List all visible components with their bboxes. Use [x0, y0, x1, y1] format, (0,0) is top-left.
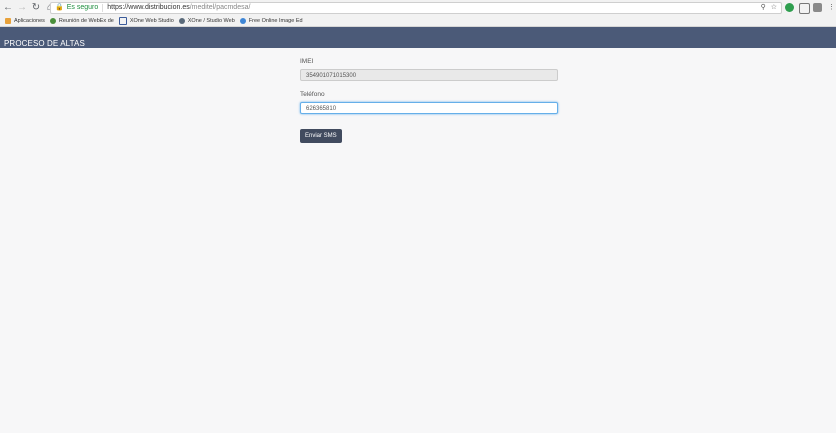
- globe-icon: [178, 17, 185, 24]
- address-separator: [102, 4, 104, 12]
- bookmark-label: Free Online Image Ed: [248, 17, 303, 24]
- send-sms-button[interactable]: Enviar SMS: [300, 129, 342, 143]
- bookmark-label: XOne Web Studio: [129, 17, 174, 24]
- url-path: /meditel/pacmdesa/: [189, 4, 251, 11]
- bookmark-xone-web-studio[interactable]: XOne Web Studio: [118, 16, 174, 25]
- back-icon[interactable]: ←: [2, 2, 14, 14]
- security-label: Es seguro: [66, 4, 99, 11]
- webex-icon: [49, 17, 56, 24]
- imei-group: IMEI 354901071015300: [300, 58, 560, 81]
- app-header: PROCESO DE ALTAS: [0, 27, 836, 48]
- extension-shield-icon[interactable]: [785, 3, 794, 12]
- page-title: PROCESO DE ALTAS: [4, 39, 85, 48]
- bookmark-label: XOne / Studio Web: [187, 17, 235, 24]
- extension-icon[interactable]: [799, 3, 810, 14]
- bookmark-webex[interactable]: Reunión de WebEx de: [49, 17, 114, 24]
- bookmark-label: Aplicaciones: [14, 17, 45, 24]
- imei-field: 354901071015300: [300, 69, 558, 81]
- extension-box-icon[interactable]: [813, 3, 822, 12]
- bookmark-label: Reunión de WebEx de: [58, 17, 114, 24]
- phone-group: Teléfono 626365810: [300, 91, 560, 114]
- xone-icon: [118, 16, 127, 25]
- registration-form: IMEI 354901071015300 Teléfono 626365810 …: [300, 58, 560, 143]
- imei-label: IMEI: [300, 58, 314, 65]
- address-bar[interactable]: 🔒 Es seguro https://www.distribucion.es /…: [50, 2, 782, 14]
- reload-icon[interactable]: ↻: [30, 2, 42, 14]
- bookmark-apps[interactable]: Aplicaciones: [5, 17, 45, 24]
- phone-label: Teléfono: [300, 91, 325, 98]
- phone-field[interactable]: 626365810: [300, 102, 558, 114]
- browser-chrome: ← → ↻ ⌂ 🔒 Es seguro https://www.distribu…: [0, 0, 836, 27]
- apps-grid-icon: [5, 17, 11, 24]
- bookmark-free-online-image[interactable]: Free Online Image Ed: [239, 17, 303, 24]
- bookmark-xone-studio-web[interactable]: XOne / Studio Web: [178, 17, 235, 24]
- lock-icon: 🔒: [55, 4, 64, 11]
- bookmarks-bar: Aplicaciones Reunión de WebEx de XOne We…: [0, 15, 836, 26]
- url-host: https://www.distribucion.es: [107, 4, 190, 11]
- bookmark-star-icon[interactable]: ☆: [771, 3, 777, 13]
- forward-icon[interactable]: →: [16, 2, 28, 14]
- cloud-icon: [239, 17, 246, 24]
- menu-icon[interactable]: ⋮: [827, 3, 836, 12]
- key-icon[interactable]: ⚲: [761, 3, 766, 13]
